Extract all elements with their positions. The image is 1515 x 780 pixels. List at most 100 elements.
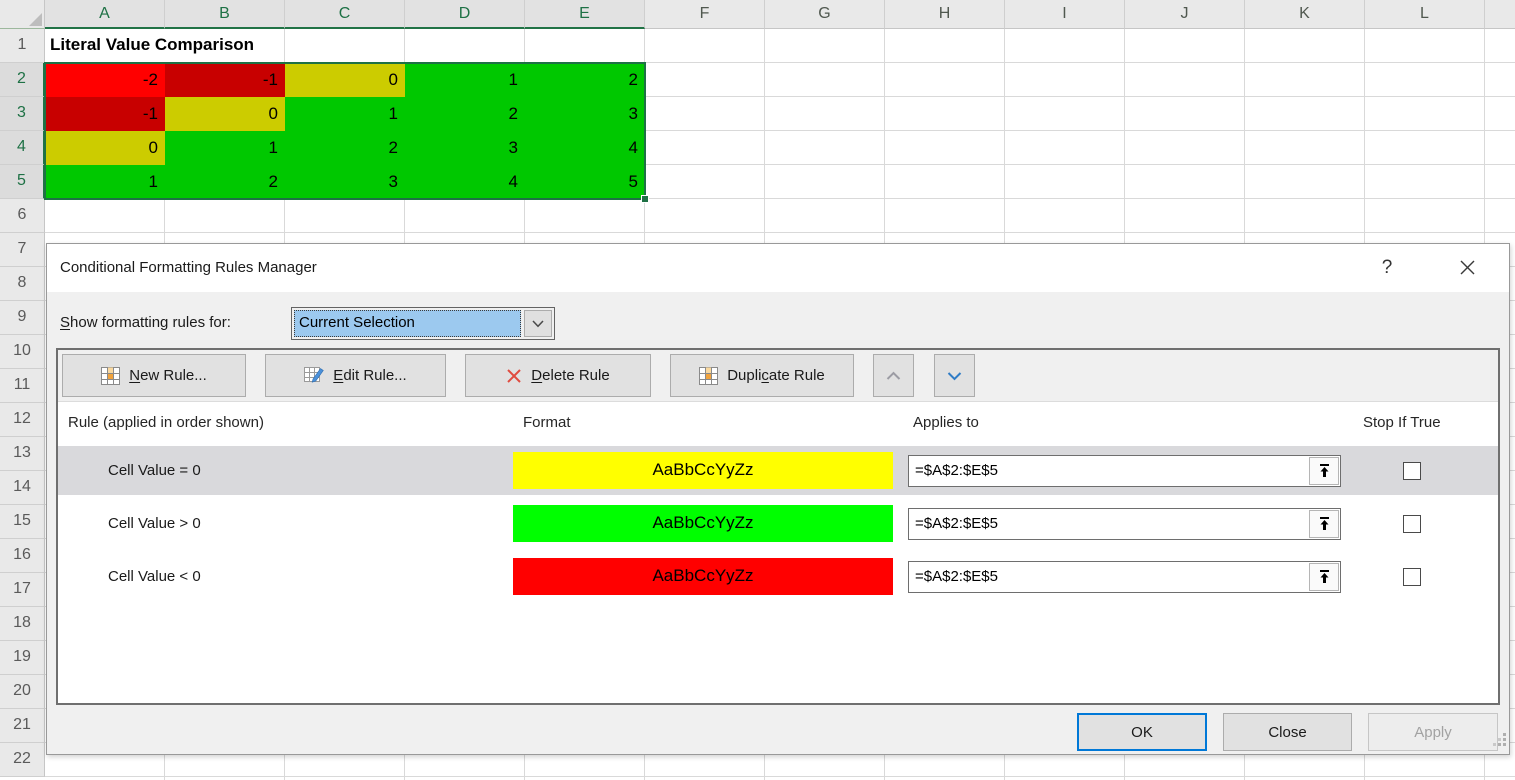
cell-B5[interactable]: 2 [165, 165, 285, 199]
column-header-H[interactable]: H [885, 0, 1005, 29]
cell-A4[interactable]: 0 [45, 131, 165, 165]
row-header-22[interactable]: 22 [0, 743, 45, 777]
collapse-dialog-button[interactable] [1309, 457, 1339, 485]
fill-handle[interactable] [641, 195, 649, 203]
collapse-dialog-button[interactable] [1309, 510, 1339, 538]
column-header-G[interactable]: G [765, 0, 885, 29]
cell-A2[interactable]: -2 [45, 63, 165, 97]
stop-if-true-checkbox[interactable] [1403, 462, 1421, 480]
row-header-1[interactable]: 1 [0, 29, 45, 63]
applies-to-input[interactable]: =$A$2:$E$5 [908, 561, 1341, 593]
help-button[interactable]: ? [1365, 249, 1409, 286]
dropdown-arrow-button[interactable] [524, 310, 552, 337]
format-preview: AaBbCcYyZz [513, 505, 893, 542]
cell-D5[interactable]: 4 [405, 165, 525, 199]
column-header-F[interactable]: F [645, 0, 765, 29]
row-header-9[interactable]: 9 [0, 301, 45, 335]
new-rule-button[interactable]: New Rule... [62, 354, 246, 397]
stop-if-true-checkbox[interactable] [1403, 568, 1421, 586]
stop-if-true-checkbox[interactable] [1403, 515, 1421, 533]
applies-to-value: =$A$2:$E$5 [915, 462, 998, 479]
cell-A5[interactable]: 1 [45, 165, 165, 199]
applies-to-input[interactable]: =$A$2:$E$5 [908, 455, 1341, 487]
close-icon [1459, 259, 1476, 276]
help-icon: ? [1382, 257, 1393, 279]
row-header-6[interactable]: 6 [0, 199, 45, 233]
row-header-13[interactable]: 13 [0, 437, 45, 471]
row-header-10[interactable]: 10 [0, 335, 45, 369]
cell-E2[interactable]: 2 [525, 63, 645, 97]
column-header-E[interactable]: E [525, 0, 645, 29]
duplicate-rule-grid-icon [699, 367, 718, 385]
rule-row-less-than-zero[interactable]: Cell Value < 0 AaBbCcYyZz =$A$2:$E$5 [58, 552, 1498, 601]
column-header-filler [1485, 0, 1515, 29]
resize-grip[interactable] [1493, 733, 1506, 751]
collapse-arrow-icon [1318, 569, 1331, 584]
formatted-cell-grid: -2-1012-101230123412345 [45, 63, 645, 199]
column-header-L[interactable]: L [1365, 0, 1485, 29]
cell-E4[interactable]: 4 [525, 131, 645, 165]
row-header-16[interactable]: 16 [0, 539, 45, 573]
column-header-I[interactable]: I [1005, 0, 1125, 29]
cell-E5[interactable]: 5 [525, 165, 645, 199]
close-button[interactable] [1445, 249, 1489, 286]
row-header-19[interactable]: 19 [0, 641, 45, 675]
row-header-3[interactable]: 3 [0, 97, 45, 131]
rule-row-equals-zero[interactable]: Cell Value = 0 AaBbCcYyZz =$A$2:$E$5 [58, 446, 1498, 495]
edit-rule-button[interactable]: Edit Rule... [265, 354, 446, 397]
dialog-title: Conditional Formatting Rules Manager [60, 244, 317, 292]
column-header-B[interactable]: B [165, 0, 285, 29]
column-header-C[interactable]: C [285, 0, 405, 29]
move-rule-up-button[interactable] [873, 354, 914, 397]
row-header-4[interactable]: 4 [0, 131, 45, 165]
rule-description: Cell Value = 0 [58, 462, 498, 479]
cell-A3[interactable]: -1 [45, 97, 165, 131]
row-header-21[interactable]: 21 [0, 709, 45, 743]
close-dialog-button[interactable]: Close [1223, 713, 1352, 751]
column-header-J[interactable]: J [1125, 0, 1245, 29]
move-rule-down-button[interactable] [934, 354, 975, 397]
row-header-17[interactable]: 17 [0, 573, 45, 607]
cell-B4[interactable]: 1 [165, 131, 285, 165]
cell-C4[interactable]: 2 [285, 131, 405, 165]
apply-button[interactable]: Apply [1368, 713, 1498, 751]
chevron-down-icon [532, 320, 544, 328]
column-header-A[interactable]: A [45, 0, 165, 29]
row-header-12[interactable]: 12 [0, 403, 45, 437]
row-header-15[interactable]: 15 [0, 505, 45, 539]
cell-a1-title[interactable]: Literal Value Comparison [48, 29, 266, 62]
collapse-dialog-button[interactable] [1309, 563, 1339, 591]
rule-row-greater-than-zero[interactable]: Cell Value > 0 AaBbCcYyZz =$A$2:$E$5 [58, 499, 1498, 548]
cell-B3[interactable]: 0 [165, 97, 285, 131]
row-header-11[interactable]: 11 [0, 369, 45, 403]
cell-C5[interactable]: 3 [285, 165, 405, 199]
row-header-18[interactable]: 18 [0, 607, 45, 641]
cell-C3[interactable]: 1 [285, 97, 405, 131]
row-header-7[interactable]: 7 [0, 233, 45, 267]
chevron-down-icon [947, 371, 962, 381]
row-header-8[interactable]: 8 [0, 267, 45, 301]
duplicate-rule-button[interactable]: Duplicate Rule [670, 354, 854, 397]
row-header-14[interactable]: 14 [0, 471, 45, 505]
row-header-2[interactable]: 2 [0, 63, 45, 97]
column-header-D[interactable]: D [405, 0, 525, 29]
cell-D4[interactable]: 3 [405, 131, 525, 165]
cell-D2[interactable]: 1 [405, 63, 525, 97]
rules-list-empty-area [58, 601, 1498, 703]
select-all-corner[interactable] [0, 0, 45, 29]
cell-E3[interactable]: 3 [525, 97, 645, 131]
delete-rule-button[interactable]: Delete Rule [465, 354, 651, 397]
applies-to-input[interactable]: =$A$2:$E$5 [908, 508, 1341, 540]
resize-grip-icon [1493, 733, 1506, 746]
row-header-5[interactable]: 5 [0, 165, 45, 199]
cell-C2[interactable]: 0 [285, 63, 405, 97]
cell-D3[interactable]: 2 [405, 97, 525, 131]
column-header-K[interactable]: K [1245, 0, 1365, 29]
ok-button[interactable]: OK [1077, 713, 1207, 751]
row-header-20[interactable]: 20 [0, 675, 45, 709]
excel-window: ABCDEFGHIJKL 123456789101112131415161718… [0, 0, 1515, 780]
scope-dropdown[interactable]: Current Selection [291, 307, 555, 340]
rules-toolbar: New Rule... Edit Rule... Delete Rul [58, 350, 1498, 402]
select-all-triangle-icon [29, 13, 42, 26]
cell-B2[interactable]: -1 [165, 63, 285, 97]
